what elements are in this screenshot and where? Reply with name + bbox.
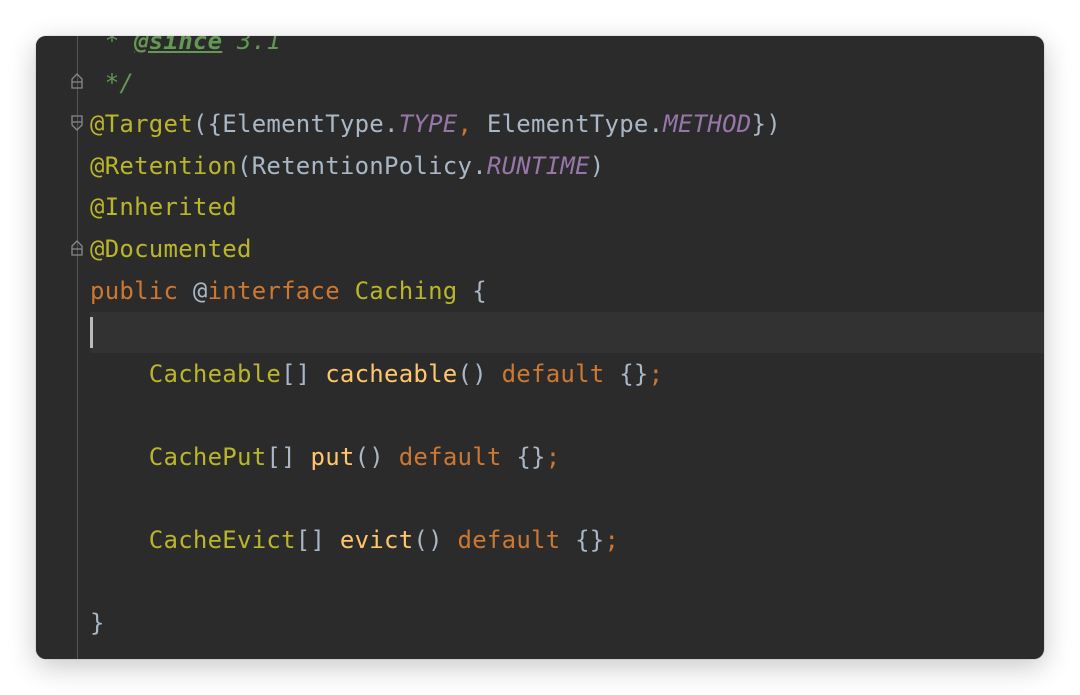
- code-token: ElementType.: [486, 110, 664, 139]
- fold-start-icon[interactable]: [70, 114, 84, 134]
- code-line[interactable]: CachePut[] put() default {};: [90, 437, 1044, 478]
- code-token: {}: [516, 443, 546, 471]
- code-token: @Inherited: [90, 193, 237, 222]
- editor-gutter: [36, 36, 83, 659]
- code-token: *: [90, 36, 135, 55]
- code-token: (): [457, 359, 502, 388]
- code-token: {}: [575, 526, 605, 555]
- code-token: ,: [457, 110, 487, 139]
- fold-end-icon[interactable]: [70, 237, 84, 257]
- current-line[interactable]: [90, 312, 1044, 354]
- code-line[interactable]: */: [90, 63, 1044, 104]
- code-token: TYPE: [398, 110, 458, 139]
- fold-end-icon[interactable]: [70, 70, 84, 90]
- code-token: {}: [619, 359, 649, 388]
- code-line[interactable]: CacheEvict[] evict() default {};: [90, 520, 1044, 561]
- code-token: default: [457, 526, 576, 555]
- code-line[interactable]: * @since 3.1: [90, 36, 1044, 62]
- code-area[interactable]: * @since 3.1 */ @Target({ElementType.TYPE…: [90, 36, 1044, 659]
- code-token: CachePut: [148, 443, 267, 471]
- code-token: METHOD: [663, 110, 752, 139]
- code-token: Cacheable: [148, 359, 282, 388]
- code-line[interactable]: [90, 562, 1044, 603]
- code-token: CacheEvict: [148, 526, 296, 555]
- code-token: {: [472, 276, 487, 305]
- code-token: cacheable: [325, 359, 458, 388]
- code-token: @Target: [90, 110, 193, 139]
- code-line[interactable]: Cacheable[] cacheable() default {};: [90, 354, 1044, 395]
- code-line[interactable]: @Retention(RetentionPolicy.RUNTIME): [90, 146, 1044, 187]
- code-token: interface: [207, 276, 355, 305]
- code-token: public: [90, 276, 193, 305]
- code-token: ;: [604, 526, 620, 555]
- code-token: ): [589, 151, 605, 180]
- code-token: */: [90, 68, 135, 97]
- code-token: default: [398, 443, 517, 471]
- code-token: put: [310, 443, 355, 471]
- code-token: @: [192, 276, 208, 305]
- code-token: 3.1: [222, 36, 282, 55]
- code-line[interactable]: public @interface Caching {: [90, 271, 1044, 312]
- code-token: RUNTIME: [486, 151, 590, 180]
- code-token: evict: [339, 526, 414, 555]
- code-token: ({ElementType.: [192, 110, 399, 139]
- code-token: []: [295, 526, 340, 555]
- code-line[interactable]: [90, 395, 1044, 436]
- code-token: @since: [134, 36, 223, 55]
- code-token: default: [501, 359, 620, 388]
- code-line[interactable]: }: [90, 603, 1044, 644]
- code-token: []: [266, 443, 311, 471]
- code-token: []: [281, 359, 326, 388]
- code-token: (): [354, 443, 399, 471]
- code-token: @Documented: [90, 235, 252, 263]
- code-token: }: [90, 609, 105, 638]
- code-token: (RetentionPolicy.: [237, 151, 487, 180]
- code-token: (): [413, 526, 458, 555]
- code-token: }): [751, 110, 781, 139]
- code-line[interactable]: @Inherited: [90, 187, 1044, 228]
- code-token: ;: [648, 359, 664, 388]
- code-line[interactable]: @Documented: [90, 229, 1044, 270]
- code-line[interactable]: [90, 479, 1044, 520]
- code-token: ;: [545, 443, 561, 471]
- text-caret: [90, 317, 93, 349]
- code-token: @Retention: [90, 151, 237, 180]
- code-token: Caching: [354, 276, 473, 305]
- code-editor-window: * @since 3.1 */ @Target({ElementType.TYPE…: [36, 36, 1044, 659]
- code-line[interactable]: @Target({ElementType.TYPE, ElementType.M…: [90, 104, 1044, 145]
